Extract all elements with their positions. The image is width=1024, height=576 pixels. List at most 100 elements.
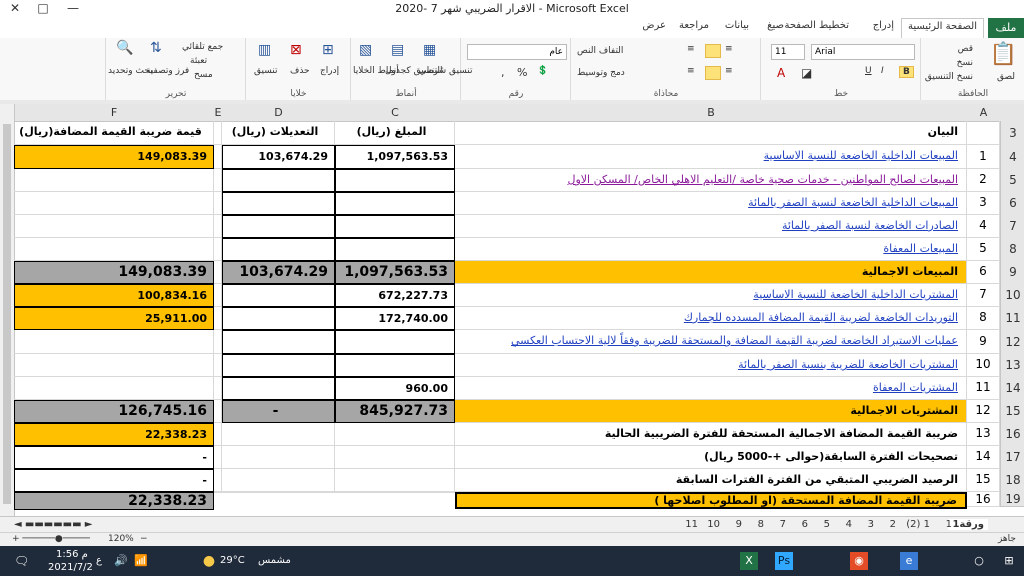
underline-button[interactable]: U — [865, 66, 872, 76]
delete-cells-icon[interactable]: ⊠ — [290, 42, 302, 58]
volume-icon[interactable]: 🔊 — [114, 554, 128, 567]
minimize-window-button[interactable]: — — [60, 1, 86, 17]
cell-item-no-4[interactable]: 1 — [967, 145, 1000, 169]
cell-adjustments-16[interactable] — [222, 423, 335, 446]
fill-button[interactable]: تعبئة — [190, 56, 207, 66]
cell-vat-7[interactable] — [14, 215, 214, 238]
find-select-icon[interactable]: 🔍 — [116, 40, 133, 56]
language-indicator[interactable]: ع — [96, 555, 102, 566]
row-header-7[interactable]: 7 — [1000, 215, 1024, 239]
cell-e-7[interactable] — [214, 215, 222, 238]
cell-e-6[interactable] — [214, 192, 222, 215]
column-header-d[interactable]: D — [222, 104, 336, 122]
cell-vat-15[interactable]: 126,745.16 — [14, 400, 214, 423]
cell-e-17[interactable] — [214, 446, 222, 469]
cell-item-no-19[interactable]: 16 — [967, 492, 1000, 507]
sheet-tab-3[interactable]: 2 — [890, 519, 896, 530]
cell-item-no-5[interactable]: 2 — [967, 169, 1000, 192]
cell-amount-6[interactable] — [335, 192, 455, 215]
column-header-f[interactable]: F — [14, 104, 215, 122]
currency-icon[interactable]: 💲 — [537, 66, 548, 76]
cell-adjustments-11[interactable] — [222, 307, 335, 330]
header-cell-amount[interactable]: المبلغ (ريال) — [335, 121, 455, 145]
cell-item-no-16[interactable]: 13 — [967, 423, 1000, 446]
cell-vat-6[interactable] — [14, 192, 214, 215]
cell-adjustments-12[interactable] — [222, 330, 335, 354]
cell-item-no-7[interactable]: 4 — [967, 215, 1000, 238]
row-header-10[interactable]: 10 — [1000, 284, 1024, 308]
cell-vat-14[interactable] — [14, 377, 214, 400]
row-header-12[interactable]: 12 — [1000, 330, 1024, 355]
cell-statement-15[interactable]: المشتريات الاجمالية — [455, 400, 967, 423]
cell-statement-9[interactable]: المبيعات الاجمالية — [455, 261, 967, 284]
italic-button[interactable]: I — [881, 66, 884, 76]
cell-amount-17[interactable] — [335, 446, 455, 469]
cell-item-no-6[interactable]: 3 — [967, 192, 1000, 215]
cell-e-12[interactable] — [214, 330, 222, 354]
comma-button[interactable]: , — [501, 66, 505, 79]
zoom-level[interactable]: 120% — [108, 534, 134, 544]
zoom-slider[interactable]: + ──────●───── — [12, 534, 90, 544]
cell-item-no-15[interactable]: 12 — [967, 400, 1000, 423]
cell-adjustments-9[interactable]: 103,674.29 — [222, 261, 335, 284]
cell-amount-14[interactable]: 960.00 — [335, 377, 455, 400]
tab-formulas[interactable]: صيغ — [767, 20, 784, 31]
sheet-tab-10[interactable]: 9 — [736, 519, 742, 530]
row-header-11[interactable]: 11 — [1000, 307, 1024, 331]
cell-amount-12[interactable] — [335, 330, 455, 354]
cell-adjustments-5[interactable] — [222, 169, 335, 192]
tab-data[interactable]: بيانات — [725, 20, 749, 31]
cell-vat-16[interactable]: 22,338.23 — [14, 423, 214, 446]
cell-e-8[interactable] — [214, 238, 222, 261]
vertical-scroll-thumb[interactable] — [3, 124, 11, 504]
cell-statement-13[interactable]: المشتريات الخاضعة للضريبة بنسبة الصفر با… — [455, 354, 967, 377]
row-header-17[interactable]: 17 — [1000, 446, 1024, 470]
cell-item-no-18[interactable]: 15 — [967, 469, 1000, 492]
sheet-tab-0[interactable]: ورقة1 — [948, 519, 988, 530]
zoom-out-button[interactable]: − — [140, 534, 148, 544]
row-header-5[interactable]: 5 — [1000, 169, 1024, 193]
cell-vat-18[interactable]: - — [14, 469, 214, 492]
cell-vat-10[interactable]: 100,834.16 — [14, 284, 214, 307]
cell-adjustments-7[interactable] — [222, 215, 335, 238]
sheet-tab-7[interactable]: 6 — [802, 519, 808, 530]
sheet-tab-9[interactable]: 8 — [758, 519, 764, 530]
row-header-3[interactable]: 3 — [1000, 121, 1024, 146]
sheet-tab-1[interactable]: 1 — [946, 519, 952, 530]
maximize-window-button[interactable]: □ — [30, 1, 56, 17]
cell-amount-8[interactable] — [335, 238, 455, 261]
cell-item-no-11[interactable]: 8 — [967, 307, 1000, 330]
excel-icon[interactable]: X — [740, 552, 758, 570]
cell-e-19[interactable] — [214, 492, 222, 493]
cell-statement-6[interactable]: المبيعات الداخلية الخاضعة لنسبة الصفر با… — [455, 192, 967, 215]
column-header-c[interactable]: C — [335, 104, 456, 122]
cell-amount-13[interactable] — [335, 354, 455, 377]
sheet-tab-12[interactable]: 11 — [685, 519, 698, 530]
format-cells-icon[interactable]: ▥ — [258, 42, 271, 58]
cell-amount-18[interactable] — [335, 469, 455, 492]
row-header-18[interactable]: 18 — [1000, 469, 1024, 493]
start-icon[interactable]: ⊞ — [1000, 552, 1018, 570]
cell-styles-icon[interactable]: ▧ — [359, 42, 372, 58]
cell-statement-19[interactable]: ضريبة القيمة المضافة المستحقة (او المطلو… — [455, 492, 967, 509]
font-size-select[interactable]: 11 — [771, 44, 805, 60]
format-table-icon[interactable]: ▤ — [391, 42, 404, 58]
align-center-icon[interactable]: ≡ — [687, 66, 695, 76]
cell-adjustments-6[interactable] — [222, 192, 335, 215]
copy-button[interactable]: نسخ — [957, 58, 973, 68]
cell-vat-9[interactable]: 149,083.39 — [14, 261, 214, 284]
cell-a-3[interactable] — [967, 121, 1000, 145]
align-middle-icon[interactable] — [705, 44, 721, 58]
cell-statement-4[interactable]: المبيعات الداخلية الخاضعة للنسبة الاساسي… — [455, 145, 967, 169]
cell-amount-7[interactable] — [335, 215, 455, 238]
find-select-button[interactable]: بحث وتحديد — [108, 66, 153, 76]
cell-amount-4[interactable]: 1,097,563.53 — [335, 145, 455, 169]
cell-e-5[interactable] — [214, 169, 222, 192]
header-cell-statement[interactable]: البيان — [455, 121, 967, 145]
cell-item-no-17[interactable]: 14 — [967, 446, 1000, 469]
notifications-icon[interactable]: 🗨 — [14, 554, 29, 568]
cut-button[interactable]: قص — [958, 44, 973, 54]
cell-e-4[interactable] — [214, 145, 222, 169]
cell-statement-10[interactable]: المشتريات الداخلية الخاضعة للنسبة الاساس… — [455, 284, 967, 307]
cell-adjustments-8[interactable] — [222, 238, 335, 261]
